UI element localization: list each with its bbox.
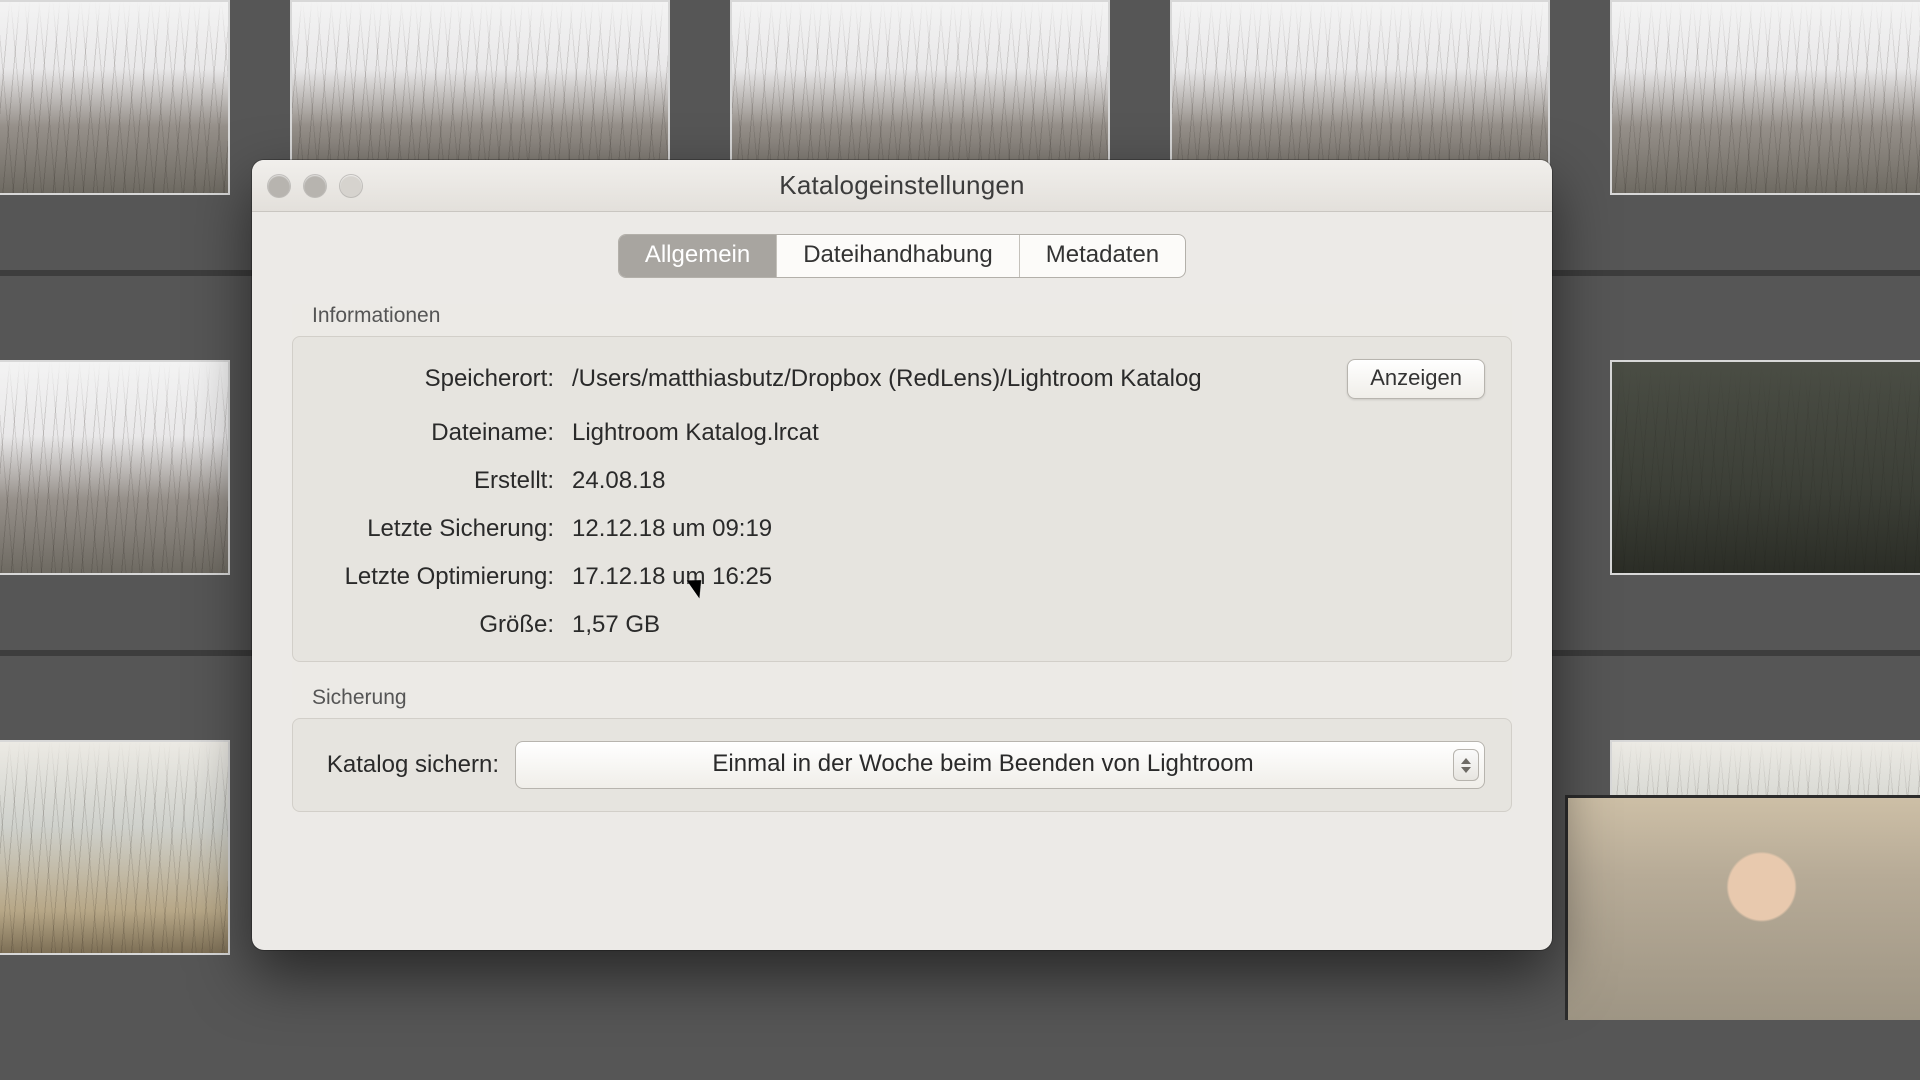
value-location: /Users/matthiasbutz/Dropbox (RedLens)/Li… xyxy=(572,365,1329,393)
thumbnail[interactable] xyxy=(0,360,230,575)
catalog-settings-dialog: Katalogeinstellungen Allgemein Dateihand… xyxy=(252,160,1552,950)
thumbnail[interactable] xyxy=(0,740,230,955)
window-minimize-button[interactable] xyxy=(304,175,326,197)
label-created: Erstellt: xyxy=(319,467,554,495)
label-location: Speicherort: xyxy=(319,365,554,393)
section-title-backup: Sicherung xyxy=(312,686,1512,710)
label-backup-catalog: Katalog sichern: xyxy=(319,751,499,779)
label-last-backup: Letzte Sicherung: xyxy=(319,515,554,543)
window-close-button[interactable] xyxy=(268,175,290,197)
webcam-overlay xyxy=(1565,795,1920,1020)
label-filename: Dateiname: xyxy=(319,419,554,447)
tab-metadata[interactable]: Metadaten xyxy=(1020,235,1185,277)
window-title: Katalogeinstellungen xyxy=(779,170,1024,201)
label-size: Größe: xyxy=(319,611,554,639)
tab-general[interactable]: Allgemein xyxy=(619,235,777,277)
window-zoom-button[interactable] xyxy=(340,175,362,197)
value-last-backup: 12.12.18 um 09:19 xyxy=(572,515,1329,543)
tab-file-handling[interactable]: Dateihandhabung xyxy=(777,235,1020,277)
section-title-information: Informationen xyxy=(312,304,1512,328)
thumbnail[interactable] xyxy=(0,0,230,195)
value-filename: Lightroom Katalog.lrcat xyxy=(572,419,1329,447)
thumbnail[interactable] xyxy=(1610,360,1920,575)
information-card: Speicherort: /Users/matthiasbutz/Dropbox… xyxy=(292,336,1512,662)
value-size: 1,57 GB xyxy=(572,611,1329,639)
thumbnail[interactable] xyxy=(1610,0,1920,195)
window-titlebar[interactable]: Katalogeinstellungen xyxy=(252,160,1552,212)
value-last-optimize: 17.12.18 um 16:25 xyxy=(572,563,1329,591)
backup-frequency-select[interactable]: Einmal in der Woche beim Beenden von Lig… xyxy=(515,741,1485,789)
backup-card: Katalog sichern: Einmal in der Woche bei… xyxy=(292,718,1512,812)
label-last-optimize: Letzte Optimierung: xyxy=(319,563,554,591)
show-in-finder-button[interactable]: Anzeigen xyxy=(1347,359,1485,399)
value-created: 24.08.18 xyxy=(572,467,1329,495)
tab-segmented-control: Allgemein Dateihandhabung Metadaten xyxy=(618,234,1186,278)
